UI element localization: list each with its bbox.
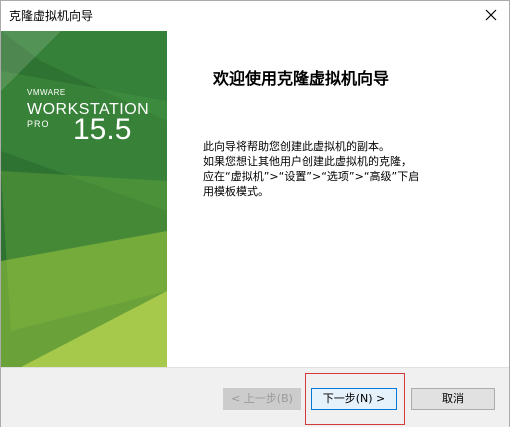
description-line: 用模板模式。 bbox=[203, 185, 269, 198]
description: 此向导将帮助您创建此虚拟机的副本。 如果您想让其他用户创建此虚拟机的克隆， 应在… bbox=[203, 139, 503, 199]
cancel-button[interactable]: 取消 bbox=[411, 388, 495, 410]
clone-wizard-window: 克隆虚拟机向导 VMWARE WORKSTATION PRO 15.5 欢迎使用… bbox=[0, 0, 510, 427]
brand-label: VMWARE bbox=[27, 88, 66, 97]
window-title: 克隆虚拟机向导 bbox=[9, 9, 94, 23]
next-button[interactable]: 下一步(N) > bbox=[311, 388, 397, 410]
wizard-content: 欢迎使用克隆虚拟机向导 此向导将帮助您创建此虚拟机的副本。 如果您想让其他用户创… bbox=[167, 31, 509, 367]
edition-label: PRO bbox=[27, 119, 50, 129]
version-label: 15.5 bbox=[73, 113, 132, 146]
back-button: < 上一步(B) bbox=[223, 388, 301, 410]
close-icon[interactable] bbox=[483, 7, 499, 23]
description-line: 应在“虚拟机”>“设置”>“选项”>“高级”下启 bbox=[203, 170, 420, 183]
description-line: 如果您想让其他用户创建此虚拟机的克隆， bbox=[203, 155, 412, 168]
vmware-banner: VMWARE WORKSTATION PRO 15.5 bbox=[1, 31, 167, 367]
page-heading: 欢迎使用克隆虚拟机向导 bbox=[213, 69, 390, 88]
title-bar: 克隆虚拟机向导 bbox=[1, 1, 509, 31]
banner-background bbox=[1, 31, 167, 367]
button-bar: < 上一步(B) 下一步(N) > 取消 bbox=[1, 367, 509, 427]
description-line: 此向导将帮助您创建此虚拟机的副本。 bbox=[203, 140, 390, 153]
